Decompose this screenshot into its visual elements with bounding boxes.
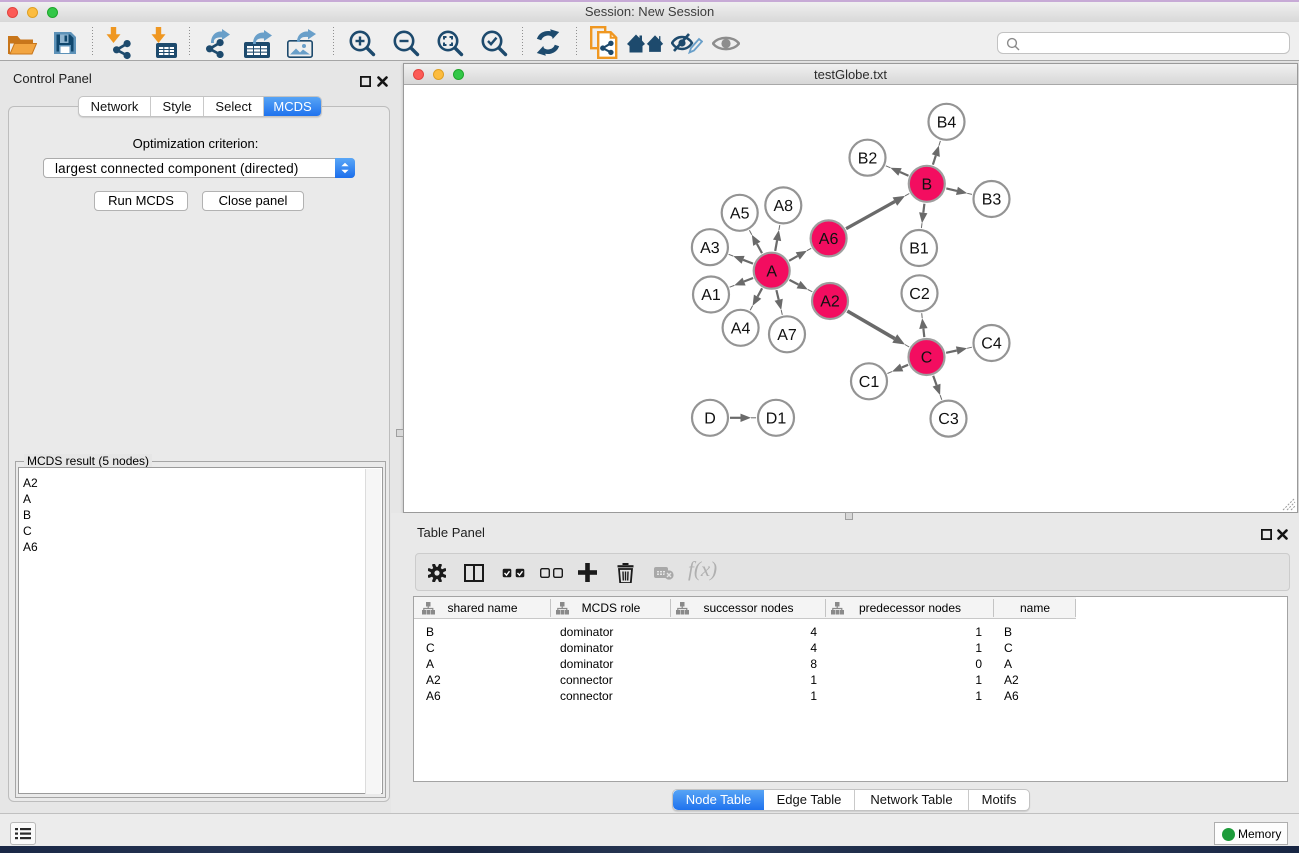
- svg-text:C4: C4: [981, 336, 1002, 353]
- svg-text:B4: B4: [937, 114, 957, 131]
- svg-text:B: B: [921, 176, 932, 193]
- svg-text:C3: C3: [938, 411, 959, 428]
- svg-text:A5: A5: [730, 205, 750, 222]
- svg-text:A6: A6: [819, 231, 839, 248]
- svg-text:A: A: [766, 263, 777, 280]
- svg-text:A7: A7: [777, 327, 797, 344]
- svg-text:D: D: [704, 410, 716, 427]
- svg-text:B2: B2: [858, 150, 878, 167]
- svg-text:A1: A1: [701, 287, 721, 304]
- svg-text:C1: C1: [859, 374, 880, 391]
- svg-text:A8: A8: [774, 198, 794, 215]
- svg-text:B1: B1: [909, 241, 929, 258]
- svg-text:B3: B3: [982, 192, 1002, 209]
- svg-text:C: C: [921, 350, 933, 367]
- svg-text:A3: A3: [700, 240, 720, 257]
- svg-text:D1: D1: [766, 410, 787, 427]
- svg-text:C2: C2: [909, 286, 930, 303]
- svg-text:A2: A2: [820, 294, 840, 311]
- svg-text:A4: A4: [731, 320, 751, 337]
